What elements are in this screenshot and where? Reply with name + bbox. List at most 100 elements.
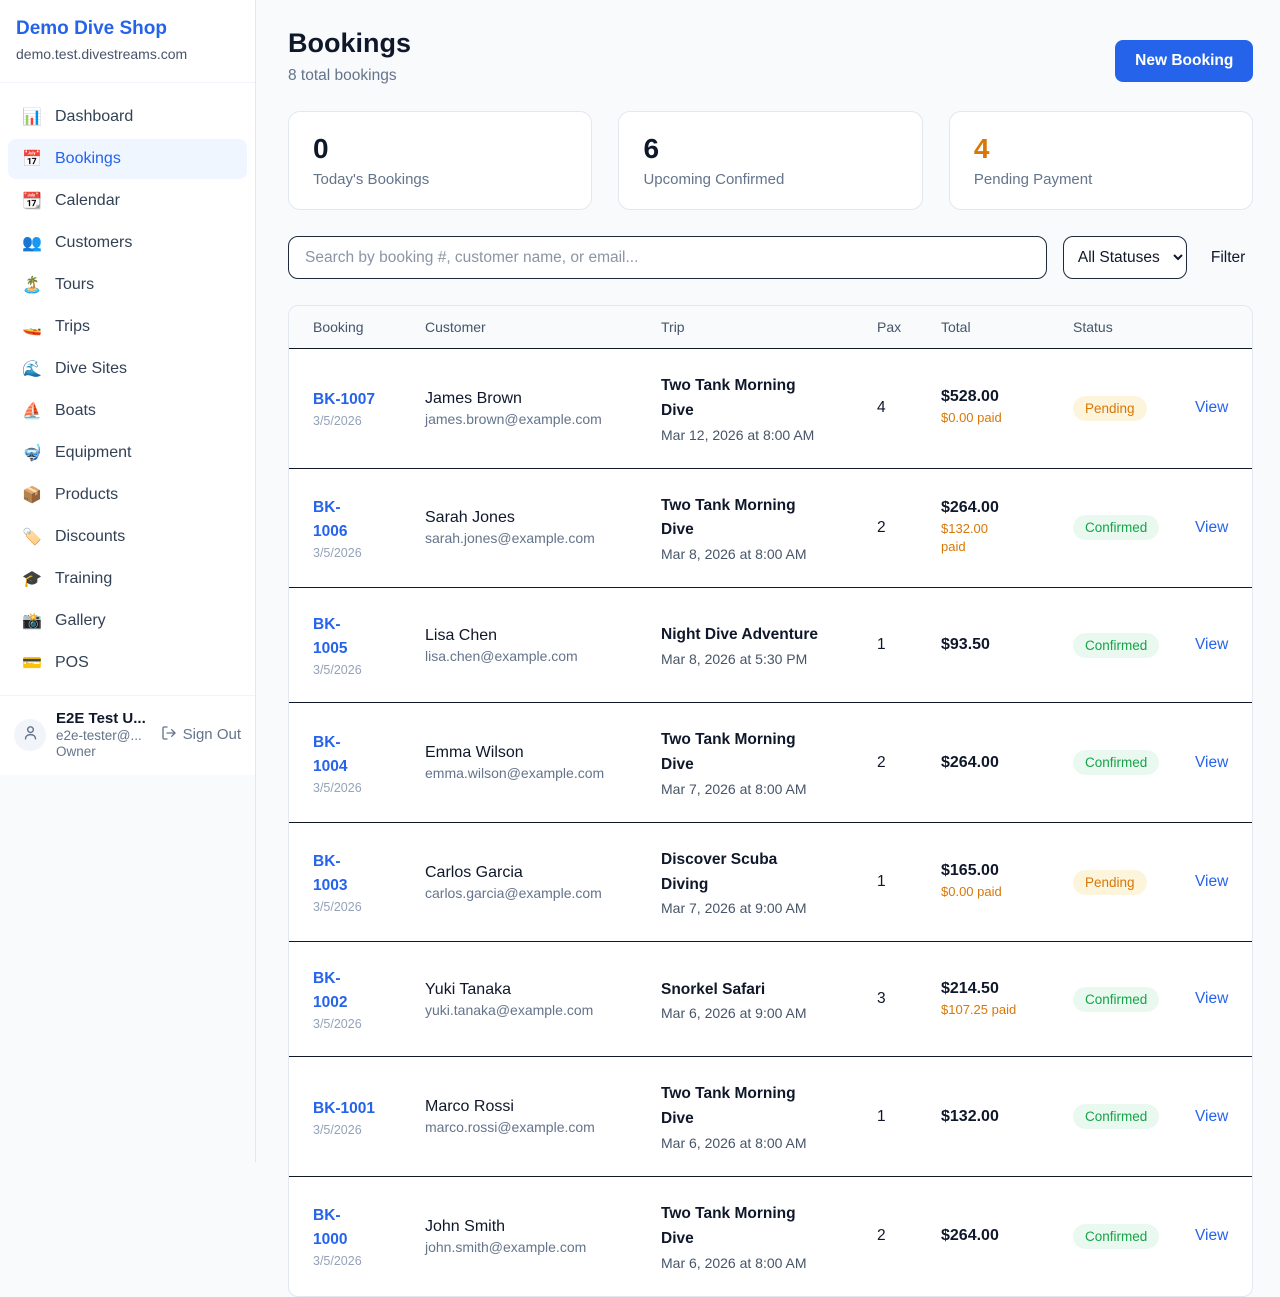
view-link[interactable]: View <box>1195 1108 1228 1125</box>
pax-count: 2 <box>877 519 941 537</box>
search-input[interactable] <box>288 236 1047 279</box>
pax-count: 2 <box>877 1227 941 1245</box>
paid-amount: $0.00 paid <box>941 409 1073 428</box>
sidebar-item-tours[interactable]: 🏝️ Tours <box>8 265 247 305</box>
shop-domain: demo.test.divestreams.com <box>16 46 239 62</box>
customer-email: james.brown@example.com <box>425 411 661 427</box>
sidebar-item-trips[interactable]: 🚤 Trips <box>8 307 247 347</box>
trip-name: Two Tank Morning Dive <box>661 374 877 424</box>
trip-name: Discover Scuba Diving <box>661 848 877 898</box>
user-icon <box>22 724 39 746</box>
booking-date: 3/5/2026 <box>313 1123 425 1137</box>
booking-date: 3/5/2026 <box>313 1017 425 1031</box>
booking-id-link[interactable]: BK- 1006 <box>313 496 425 544</box>
pax-count: 4 <box>877 399 941 417</box>
booking-id-link[interactable]: BK- 1004 <box>313 731 425 779</box>
sidebar-item-gallery[interactable]: 📸 Gallery <box>8 601 247 641</box>
view-link[interactable]: View <box>1195 519 1228 536</box>
main-content: Bookings 8 total bookings New Booking 0T… <box>256 0 1280 1162</box>
diving-mask-icon: 🤿 <box>22 443 42 463</box>
page-subtitle: 8 total bookings <box>288 67 411 85</box>
view-link[interactable]: View <box>1195 399 1228 416</box>
paid-amount: $132.00 paid <box>941 520 1073 558</box>
customer-name: Lisa Chen <box>425 627 661 645</box>
trip-name: Two Tank Morning Dive <box>661 1082 877 1132</box>
view-link[interactable]: View <box>1195 636 1228 653</box>
view-link[interactable]: View <box>1195 754 1228 771</box>
sidebar-item-equipment[interactable]: 🤿 Equipment <box>8 433 247 473</box>
sidebar-item-dive-sites[interactable]: 🌊 Dive Sites <box>8 349 247 389</box>
sidebar-item-products[interactable]: 📦 Products <box>8 475 247 515</box>
total-amount: $93.50 <box>941 636 1073 654</box>
customer-name: John Smith <box>425 1218 661 1236</box>
sidebar-item-boats[interactable]: ⛵ Boats <box>8 391 247 431</box>
trip-datetime: Mar 6, 2026 at 8:00 AM <box>661 1135 877 1151</box>
pax-count: 2 <box>877 754 941 772</box>
status-badge: Confirmed <box>1073 987 1159 1012</box>
stats-row: 0Today's Bookings6Upcoming Confirmed4Pen… <box>288 111 1253 210</box>
status-badge: Confirmed <box>1073 633 1159 658</box>
stat-value: 4 <box>974 133 1228 165</box>
booking-id-link[interactable]: BK-1007 <box>313 388 425 412</box>
trip-name: Snorkel Safari <box>661 978 877 1003</box>
table-header-row: Booking Customer Trip Pax Total Status <box>289 306 1252 349</box>
user-name: E2E Test U... <box>56 710 151 727</box>
customer-email: carlos.garcia@example.com <box>425 885 661 901</box>
sidebar-item-discounts[interactable]: 🏷️ Discounts <box>8 517 247 557</box>
bar-chart-icon: 📊 <box>22 107 42 127</box>
customer-name: Yuki Tanaka <box>425 981 661 999</box>
booking-date: 3/5/2026 <box>313 546 425 560</box>
sidebar-item-customers[interactable]: 👥 Customers <box>8 223 247 263</box>
status-badge: Confirmed <box>1073 1104 1159 1129</box>
sign-out-button[interactable]: Sign Out <box>161 725 241 745</box>
stat-label: Pending Payment <box>974 171 1228 188</box>
stat-value: 6 <box>643 133 897 165</box>
tear-off-calendar-icon: 📆 <box>22 191 42 211</box>
customer-email: yuki.tanaka@example.com <box>425 1002 661 1018</box>
total-amount: $214.50 <box>941 980 1073 998</box>
table-row: BK- 1003 3/5/2026 Carlos Garcia carlos.g… <box>289 822 1252 942</box>
booking-id-link[interactable]: BK-1001 <box>313 1097 425 1121</box>
new-booking-button[interactable]: New Booking <box>1115 40 1253 82</box>
view-link[interactable]: View <box>1195 990 1228 1007</box>
shop-name: Demo Dive Shop <box>16 18 239 40</box>
total-amount: $264.00 <box>941 1227 1073 1245</box>
camera-icon: 📸 <box>22 611 42 631</box>
booking-date: 3/5/2026 <box>313 663 425 677</box>
trip-name: Two Tank Morning Dive <box>661 1202 877 1252</box>
sidebar-item-calendar[interactable]: 📆 Calendar <box>8 181 247 221</box>
status-badge: Confirmed <box>1073 750 1159 775</box>
column-header-booking: Booking <box>313 319 425 335</box>
island-icon: 🏝️ <box>22 275 42 295</box>
booking-id-link[interactable]: BK- 1005 <box>313 613 425 661</box>
trip-datetime: Mar 7, 2026 at 9:00 AM <box>661 900 877 916</box>
user-role: Owner <box>56 744 151 759</box>
sidebar-item-training[interactable]: 🎓 Training <box>8 559 247 599</box>
view-link[interactable]: View <box>1195 1227 1228 1244</box>
total-amount: $264.00 <box>941 499 1073 517</box>
table-row: BK-1001 3/5/2026 Marco Rossi marco.rossi… <box>289 1056 1252 1176</box>
total-amount: $264.00 <box>941 754 1073 772</box>
logout-icon <box>161 725 177 745</box>
booking-id-link[interactable]: BK- 1002 <box>313 967 425 1015</box>
sidebar-item-pos[interactable]: 💳 POS <box>8 643 247 683</box>
credit-card-icon: 💳 <box>22 653 42 673</box>
filter-button[interactable]: Filter <box>1203 249 1253 267</box>
sidebar-item-dashboard[interactable]: 📊 Dashboard <box>8 97 247 137</box>
trip-datetime: Mar 6, 2026 at 9:00 AM <box>661 1005 877 1021</box>
shop-logo-block: Demo Dive Shop demo.test.divestreams.com <box>0 0 255 83</box>
booking-id-link[interactable]: BK- 1003 <box>313 850 425 898</box>
trip-datetime: Mar 8, 2026 at 5:30 PM <box>661 651 877 667</box>
trip-name: Two Tank Morning Dive <box>661 728 877 778</box>
calendar-icon: 📅 <box>22 149 42 169</box>
column-header-trip: Trip <box>661 319 877 335</box>
table-row: BK- 1000 3/5/2026 John Smith john.smith@… <box>289 1176 1252 1296</box>
sidebar-item-bookings[interactable]: 📅 Bookings <box>8 139 247 179</box>
sidebar-user-footer: E2E Test U... e2e-tester@... Owner Sign … <box>0 695 255 775</box>
booking-id-link[interactable]: BK- 1000 <box>313 1204 425 1252</box>
trip-datetime: Mar 12, 2026 at 8:00 AM <box>661 427 877 443</box>
paid-amount: $0.00 paid <box>941 883 1073 902</box>
view-link[interactable]: View <box>1195 873 1228 890</box>
status-filter-select[interactable]: All Statuses <box>1063 236 1187 279</box>
sailboat-icon: ⛵ <box>22 401 42 421</box>
